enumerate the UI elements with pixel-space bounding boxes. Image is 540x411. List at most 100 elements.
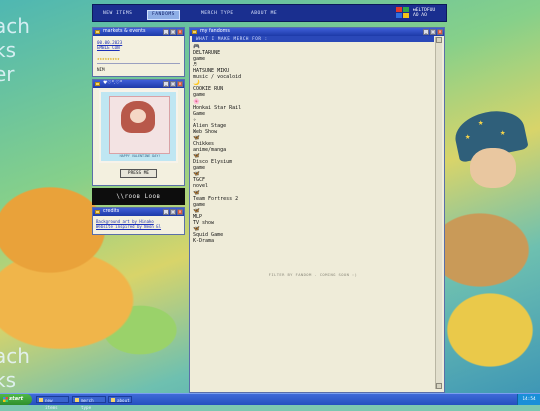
fandom-type: Game xyxy=(193,110,206,117)
vertical-scrollbar[interactable] xyxy=(435,37,442,389)
minimize-button[interactable]: _ xyxy=(163,209,169,215)
credit-link[interactable]: Website inspired by Neon El xyxy=(96,224,181,229)
my-fandoms-window: my fandoms _ □ × WHAT I MAKE MERCH FOR :… xyxy=(189,27,445,393)
fandom-type: anime/manga xyxy=(193,146,227,153)
fandom-list-item[interactable]: 🦋 Team Fortress 2 game xyxy=(193,190,423,208)
valentine-art-window: ♥♡°.♡° _ □ × HAPPY VALENTINE DAY! PRESS … xyxy=(92,79,185,186)
window-titlebar[interactable]: credits _ □ × xyxy=(93,208,184,216)
top-navigation-bar: NEW ITEMS FANDOMS MERCH TYPE ABOUT ME мE… xyxy=(92,4,447,22)
fandom-list-item[interactable]: 🦋 Disco Elysium game xyxy=(193,153,423,171)
window-title: my fandoms xyxy=(200,29,230,34)
taskbar-item-about[interactable]: about xyxy=(108,396,132,403)
folder-icon xyxy=(95,30,100,34)
maximize-button[interactable]: □ xyxy=(170,81,176,87)
brand-label: мELTDFUU ΛΟ ΛΟ xyxy=(413,8,435,18)
fandom-list: 🎮 DELTARUNE game ♬ HATSUNE MIKU music / vocal… xyxy=(193,44,423,244)
star-icon: ★ xyxy=(465,132,471,142)
window-title: markets & events xyxy=(103,29,146,34)
fandom-type: Web Show xyxy=(193,128,218,135)
folder-icon xyxy=(75,398,79,402)
fandom-list-item[interactable]: ♬ HATSUNE MIKU music / vocaloid xyxy=(193,62,423,80)
nav-fandoms[interactable]: FANDOMS xyxy=(147,10,180,20)
nav-about-me[interactable]: ABOUT ME xyxy=(247,10,281,18)
fandom-list-item[interactable]: 🦋 Squid Game K-Drama xyxy=(193,226,423,244)
fandom-list-item[interactable]: 🌙 COOKIE RUN game xyxy=(193,80,423,98)
artwork-caption: HAPPY VALENTINE DAY! xyxy=(119,154,161,158)
folder-icon xyxy=(111,398,115,402)
taskbar-item-new-items[interactable]: new items xyxy=(36,396,69,410)
fandom-list-item[interactable]: 🎮 DELTARUNE game xyxy=(193,44,423,62)
fandom-type: novel xyxy=(193,183,209,190)
window-controls: _ □ × xyxy=(163,29,183,35)
credits-window: credits _ □ × Background art by Hinako W… xyxy=(92,207,185,235)
fandom-type: game xyxy=(193,165,206,172)
press-me-button[interactable]: PRESS ME xyxy=(120,169,157,178)
fandom-list-item[interactable]: 🦋 TGCF novel xyxy=(193,171,423,189)
fandom-type: game xyxy=(193,56,206,62)
fandom-type: K-Drama xyxy=(193,237,215,244)
wallpaper-text-line: ks xyxy=(0,368,17,392)
wallpaper-text-top: ach ks er xyxy=(0,14,30,86)
taskbar-item-label: new items xyxy=(45,398,58,410)
wallpaper-text-line: ks xyxy=(0,38,17,62)
taskbar-item-label: about xyxy=(117,398,130,403)
fandom-list-item[interactable]: ✧ Alien Stage Web Show xyxy=(193,117,423,135)
filter-note: FILTER BY FANDOM - COMING SOON :) xyxy=(268,272,358,277)
maximize-button[interactable]: □ xyxy=(170,29,176,35)
fandom-type: music / vocaloid xyxy=(193,74,242,81)
wallpaper-text-line: ach xyxy=(0,344,30,368)
wizard-face-illustration xyxy=(470,148,516,188)
fandoms-subtitle-bar: WHAT I MAKE MERCH FOR : xyxy=(192,36,434,42)
taskbar-item-merch-type[interactable]: merch type xyxy=(72,396,106,410)
artwork-character-face xyxy=(130,109,146,123)
maximize-button[interactable]: □ xyxy=(430,29,436,35)
window-controls: _ □ × xyxy=(423,29,443,35)
fandom-list-item[interactable]: 🌸 Honkai Star Rail Game xyxy=(193,99,423,117)
nav-merch-type[interactable]: MERCH TYPE xyxy=(197,10,238,18)
folder-icon xyxy=(39,398,43,402)
valentine-artwork: HAPPY VALENTINE DAY! xyxy=(99,90,178,163)
folder-icon xyxy=(192,30,197,34)
fandom-list-item[interactable]: 🦋 Chikkes anime/manga xyxy=(193,135,423,153)
window-controls: _ □ × xyxy=(163,81,183,87)
scroll-down-arrow[interactable] xyxy=(436,383,442,389)
star-icon: ★ xyxy=(500,128,506,138)
maximize-button[interactable]: □ xyxy=(170,209,176,215)
wallpaper-text-line: ach xyxy=(0,14,30,38)
fandom-type: game xyxy=(193,92,206,99)
markets-events-window: markets & events _ □ × 00.00.2023 EMBLE … xyxy=(92,27,185,77)
site-banner[interactable]: \\rooв Looв xyxy=(92,188,185,205)
close-button[interactable]: × xyxy=(177,29,183,35)
taskbar: start new items merch type about 14:54 xyxy=(0,393,540,410)
fandom-list-item[interactable]: 🦋 MLP TV show xyxy=(193,208,423,226)
close-button[interactable]: × xyxy=(177,209,183,215)
minimize-button[interactable]: _ xyxy=(423,29,429,35)
heart-folder-icon xyxy=(95,82,100,86)
fandom-type: game xyxy=(193,201,206,208)
start-button[interactable]: start xyxy=(0,394,32,405)
window-title: credits xyxy=(103,209,120,214)
close-button[interactable]: × xyxy=(437,29,443,35)
taskbar-item-label: merch type xyxy=(81,398,94,410)
window-title: ♥♡°.♡° xyxy=(103,81,123,86)
folder-icon xyxy=(95,210,100,214)
close-button[interactable]: × xyxy=(177,81,183,87)
scroll-up-arrow[interactable] xyxy=(436,37,442,43)
wallpaper-text-bottom: ach ks er xyxy=(0,344,30,393)
star-icon: ★ xyxy=(478,118,484,128)
window-titlebar[interactable]: my fandoms _ □ × xyxy=(190,28,444,36)
markets-note: NIM xyxy=(97,67,105,72)
window-titlebar[interactable]: markets & events _ □ × xyxy=(93,28,184,36)
minimize-button[interactable]: _ xyxy=(163,29,169,35)
nav-new-items[interactable]: NEW ITEMS xyxy=(99,10,136,18)
window-titlebar[interactable]: ♥♡°.♡° _ □ × xyxy=(93,80,184,88)
window-controls: _ □ × xyxy=(163,209,183,215)
brand-line: ΛΟ ΛΟ xyxy=(413,13,427,18)
windows-logo-icon xyxy=(396,7,410,19)
fandom-type: TV show xyxy=(193,219,215,226)
markets-content: 00.00.2023 EMBLE CON ★★★★★★★★★ NIM xyxy=(93,36,184,76)
credits-content: Background art by Hinako Website inspire… xyxy=(93,216,184,232)
minimize-button[interactable]: _ xyxy=(163,81,169,87)
wallpaper-text-line: er xyxy=(0,62,15,86)
windows-flag-icon xyxy=(3,397,8,402)
